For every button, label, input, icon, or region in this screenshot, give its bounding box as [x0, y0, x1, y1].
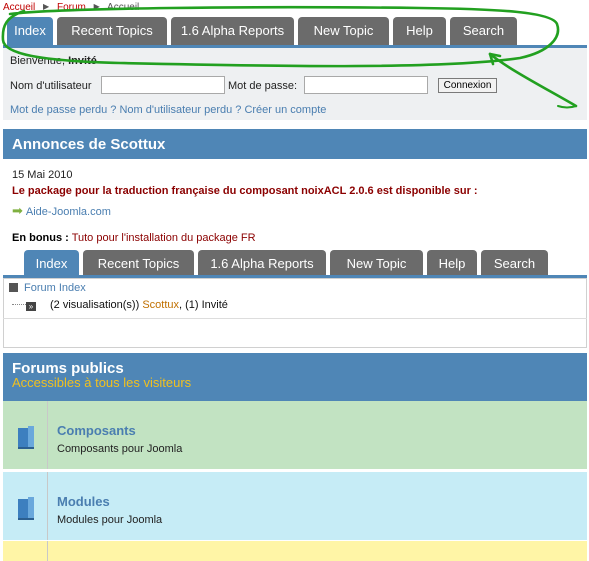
expand-arrow-icon[interactable]: » — [26, 302, 36, 311]
tab-search-2[interactable]: Search — [481, 250, 548, 278]
bottom-tab-bar: Index Recent Topics 1.6 Alpha Reports Ne… — [24, 250, 552, 278]
announcement-title: Annonces de Scottux — [12, 136, 166, 153]
tab-recent-topics[interactable]: Recent Topics — [57, 17, 167, 45]
tab-alpha-reports[interactable]: 1.6 Alpha Reports — [171, 17, 294, 45]
forum-name[interactable]: Composants — [57, 423, 136, 438]
login-button[interactable]: Connexion — [438, 78, 497, 93]
tab-recent-topics-2[interactable]: Recent Topics — [83, 250, 194, 278]
arrow-right-icon: ➡ — [12, 203, 23, 218]
forum-book-icon — [18, 426, 34, 449]
breadcrumb-separator-icon: ▶ — [43, 2, 50, 11]
public-forums-subtitle: Accessibles à tous les visiteurs — [12, 375, 192, 390]
announcement-bonus: En bonus : Tuto pour l'installation du p… — [12, 232, 256, 244]
forum-icon-cell — [3, 401, 48, 469]
views-count: (2 visualisation(s)) — [50, 299, 140, 311]
tab-new-topic-2[interactable]: New Topic — [330, 250, 423, 278]
tab-new-topic[interactable]: New Topic — [298, 17, 389, 45]
whos-online-box: Forum Index » (2 visualisation(s)) Scottu… — [3, 278, 587, 348]
tab-alpha-reports-2[interactable]: 1.6 Alpha Reports — [198, 250, 326, 278]
tab-help-2[interactable]: Help — [427, 250, 477, 278]
tree-line-icon — [12, 299, 26, 305]
forum-index-link[interactable]: Forum Index — [24, 282, 86, 294]
forum-row-modules[interactable]: Modules Modules pour Joomla — [3, 471, 587, 540]
forum-index-row: Forum Index — [9, 282, 86, 294]
forum-name[interactable]: Modules — [57, 494, 110, 509]
divider — [3, 318, 587, 319]
password-label: Mot de passe: — [228, 80, 298, 92]
login-box: Bienvenue, Invité Nom d'utilisateur Mot … — [3, 48, 587, 120]
announcement-link-row: ➡ Aide-Joomla.com — [12, 203, 111, 219]
forum-description: Modules pour Joomla — [57, 514, 163, 526]
forum-square-icon — [9, 283, 18, 292]
forum-row-partial[interactable] — [3, 541, 587, 561]
breadcrumb: Accueil ▶ Forum ▶ Accueil — [3, 2, 139, 14]
top-tab-bar: Index Recent Topics 1.6 Alpha Reports Ne… — [7, 17, 521, 45]
username-label: Nom d'utilisateur — [10, 80, 92, 92]
breadcrumb-current: Accueil — [107, 2, 140, 13]
forum-description: Composants pour Joomla — [57, 443, 183, 455]
tab-index[interactable]: Index — [7, 17, 53, 45]
username-field[interactable] — [101, 76, 225, 94]
announcement-header: Annonces de Scottux — [3, 129, 587, 159]
public-forums-header: Forums publics Accessibles à tous les vi… — [3, 353, 587, 401]
tab-index-2[interactable]: Index — [24, 250, 79, 278]
guests-count: , (1) Invité — [179, 299, 228, 311]
online-user-link[interactable]: Scottux — [142, 299, 179, 311]
forum-icon-cell — [3, 541, 48, 561]
announcement-body: 15 Mai 2010 Le package pour la traductio… — [3, 159, 587, 247]
visitors-row: » (2 visualisation(s)) Scottux, (1) Invit… — [12, 299, 228, 311]
tab-help[interactable]: Help — [393, 17, 446, 45]
account-links[interactable]: Mot de passe perdu ? Nom d'utilisateur p… — [10, 104, 326, 116]
welcome-text: Bienvenue, Invité — [10, 55, 97, 67]
breadcrumb-home-link[interactable]: Accueil — [3, 2, 35, 13]
forum-book-icon — [18, 497, 34, 520]
welcome-user: Invité — [68, 55, 97, 67]
tab-search[interactable]: Search — [450, 17, 517, 45]
password-field[interactable] — [304, 76, 428, 94]
bonus-label: En bonus : — [12, 232, 69, 244]
breadcrumb-separator-icon: ▶ — [93, 2, 100, 11]
breadcrumb-forum-link[interactable]: Forum — [57, 2, 86, 13]
forum-row-composants[interactable]: Composants Composants pour Joomla — [3, 401, 587, 469]
bonus-link[interactable]: Tuto pour l'installation du package FR — [72, 232, 256, 244]
aide-joomla-link[interactable]: Aide-Joomla.com — [26, 206, 111, 218]
announcement-message: Le package pour la traduction française … — [12, 185, 478, 197]
announcement-date: 15 Mai 2010 — [12, 169, 73, 181]
forum-icon-cell — [3, 472, 48, 540]
